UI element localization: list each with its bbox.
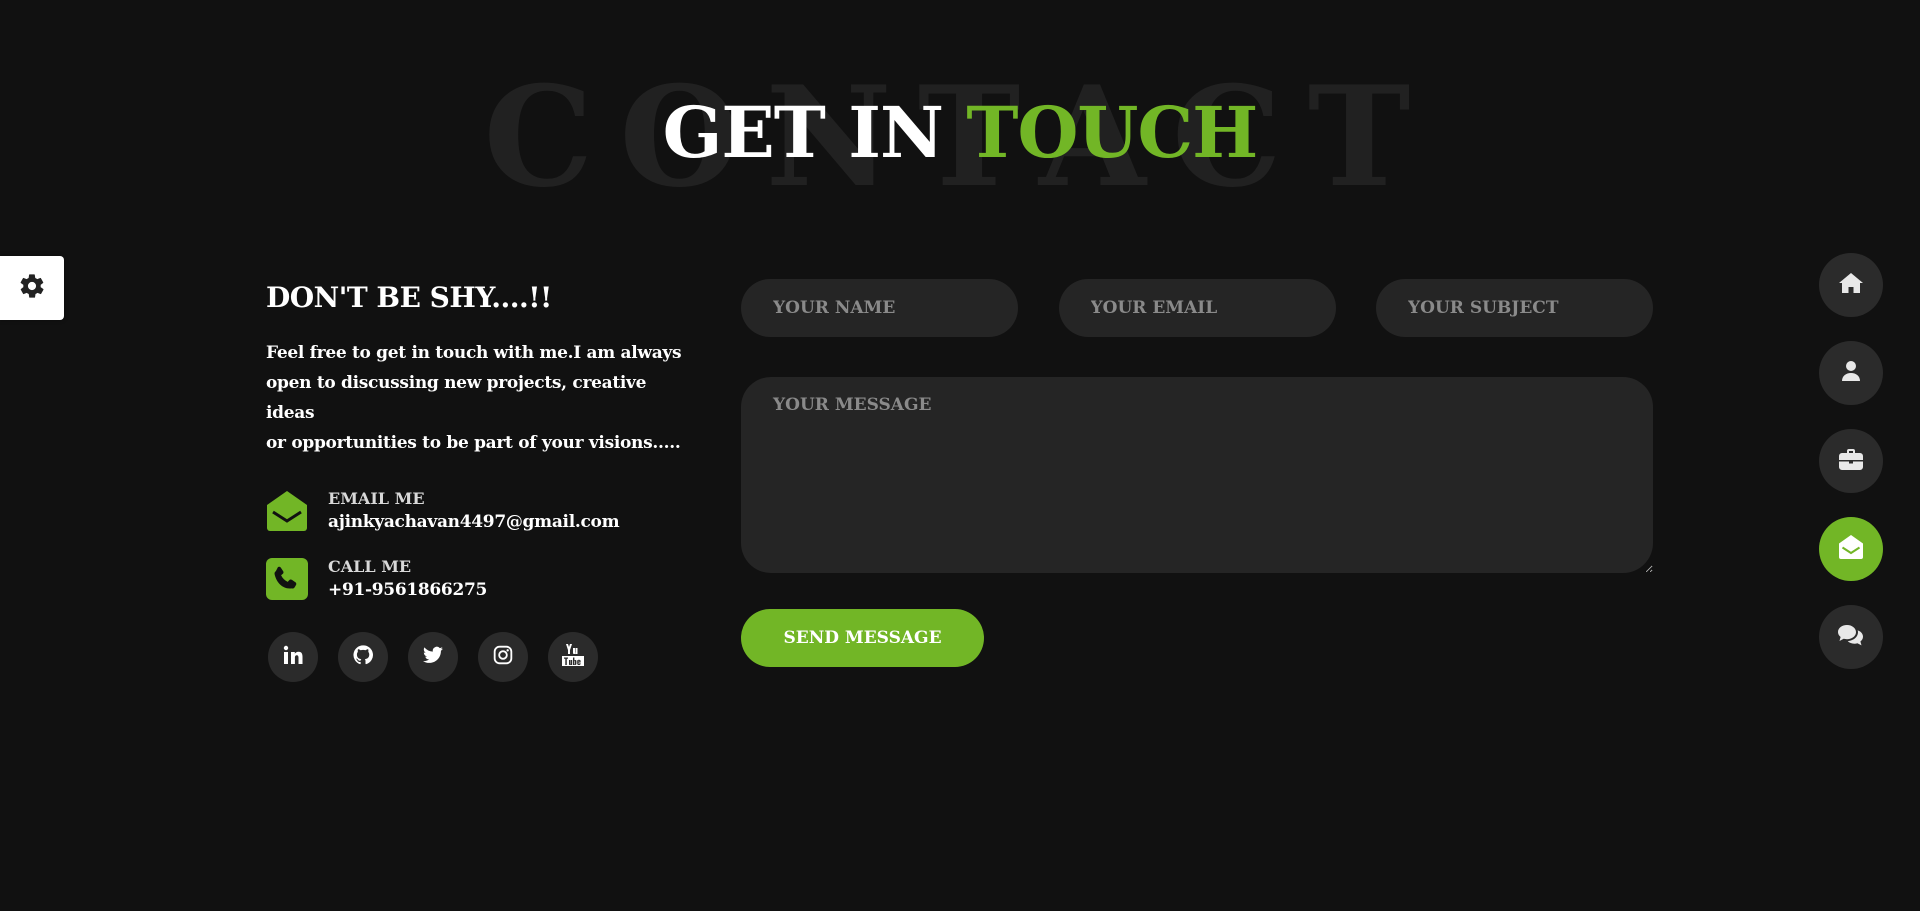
nav-portfolio-button[interactable]: [1819, 429, 1883, 493]
gear-icon: [18, 272, 46, 304]
social-links: [266, 632, 696, 682]
intro-line: Feel free to get in touch with me.I am a…: [266, 343, 682, 363]
briefcase-icon: [1839, 448, 1863, 474]
intro-line: open to discussing new projects, creativ…: [266, 373, 647, 423]
nav-contact-button[interactable]: [1819, 517, 1883, 581]
title-accent: TOUCH: [966, 91, 1258, 174]
instagram-icon: [493, 645, 513, 669]
send-message-button[interactable]: SEND MESSAGE: [741, 609, 984, 667]
nav-blog-button[interactable]: [1819, 605, 1883, 669]
contact-info: DON'T BE SHY....!! Feel free to get in t…: [266, 280, 696, 682]
title-main: GET IN: [662, 91, 967, 174]
envelope-open-icon: [266, 489, 308, 533]
intro-line: or opportunities to be part of your visi…: [266, 433, 681, 453]
page-title: GET IN TOUCH: [0, 98, 1920, 168]
contact-heading: DON'T BE SHY....!!: [266, 281, 552, 314]
contact-intro: Feel free to get in touch with me.I am a…: [266, 338, 696, 458]
phone-label: CALL ME: [328, 557, 412, 576]
email-contact: EMAIL ME ajinkyachavan4497@gmail.com: [266, 488, 696, 534]
subject-input[interactable]: [1376, 279, 1653, 337]
phone-value[interactable]: +91-9561866275: [328, 578, 487, 602]
twitter-icon: [423, 646, 443, 668]
name-input[interactable]: [741, 279, 1018, 337]
instagram-button[interactable]: [478, 632, 528, 682]
youtube-button[interactable]: [548, 632, 598, 682]
section-navigation: [1819, 253, 1883, 669]
nav-about-button[interactable]: [1819, 341, 1883, 405]
home-icon: [1839, 272, 1863, 298]
contact-form: SEND MESSAGE: [741, 279, 1653, 667]
contact-page: CONTACT GET IN TOUCH DON'T BE SHY....!! …: [0, 0, 1920, 911]
settings-toggle-button[interactable]: [0, 256, 64, 320]
linkedin-button[interactable]: [268, 632, 318, 682]
twitter-button[interactable]: [408, 632, 458, 682]
github-icon: [353, 645, 373, 669]
phone-contact: CALL ME +91-9561866275: [266, 556, 696, 602]
email-label: EMAIL ME: [328, 489, 425, 508]
section-title: CONTACT GET IN TOUCH: [0, 60, 1920, 206]
email-value[interactable]: ajinkyachavan4497@gmail.com: [328, 510, 620, 534]
comments-icon: [1838, 624, 1864, 650]
nav-home-button[interactable]: [1819, 253, 1883, 317]
envelope-open-icon: [1838, 534, 1864, 564]
email-input[interactable]: [1058, 279, 1336, 337]
message-textarea[interactable]: [741, 377, 1653, 573]
youtube-icon: [562, 643, 584, 671]
phone-icon: [266, 557, 308, 601]
github-button[interactable]: [338, 632, 388, 682]
linkedin-icon: [283, 645, 303, 669]
user-icon: [1841, 360, 1861, 386]
